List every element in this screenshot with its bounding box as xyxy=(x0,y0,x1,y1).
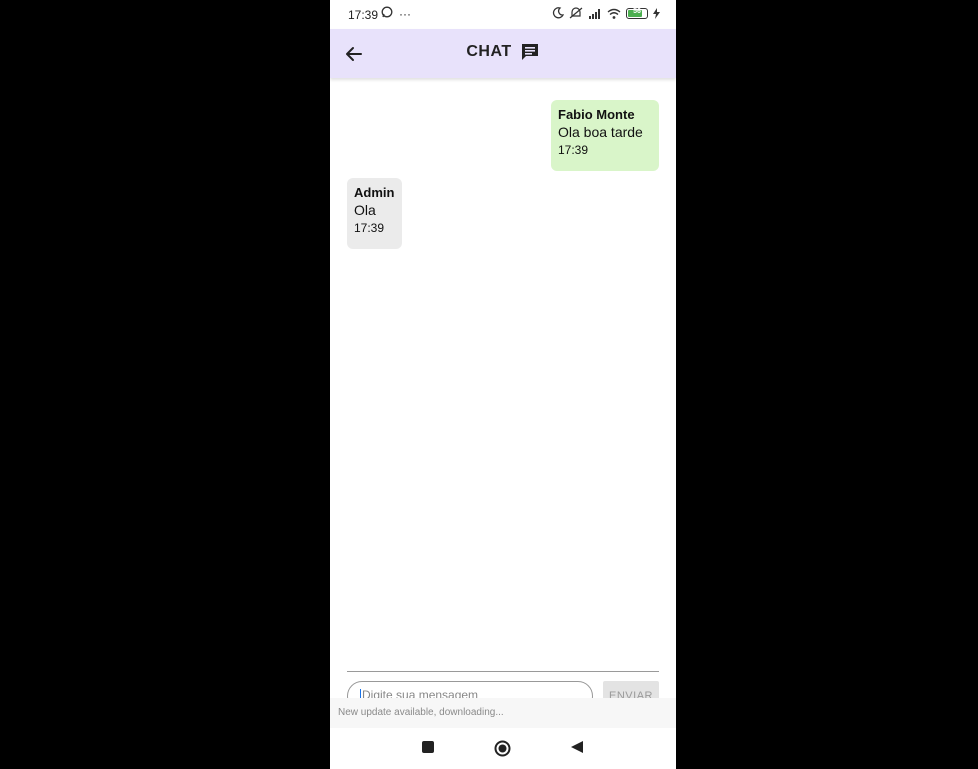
message-time: 17:39 xyxy=(354,221,385,235)
recents-icon xyxy=(422,741,434,753)
message-text: Ola boa tarde xyxy=(558,124,643,140)
home-button[interactable] xyxy=(494,740,511,762)
message-bubble-other[interactable]: Admin Ola 17:39 xyxy=(347,178,402,249)
update-toast: New update available, downloading... xyxy=(330,698,676,728)
message-input-placeholder: Digite sua mensagem xyxy=(362,688,479,698)
send-button[interactable]: ENVIAR xyxy=(603,681,659,698)
status-left-icons: ··· xyxy=(381,6,411,21)
overflow-dots: ··· xyxy=(399,6,411,21)
message-bubble-own[interactable]: Fabio Monte Ola boa tarde 17:39 xyxy=(551,100,659,171)
title-group: CHAT xyxy=(330,43,676,61)
battery-level: 56 xyxy=(633,7,641,15)
message-input[interactable]: Digite sua mensagem xyxy=(347,681,593,698)
message-sender: Admin xyxy=(354,185,395,200)
status-time: 17:39 xyxy=(348,8,379,22)
system-nav-bar xyxy=(330,728,676,769)
message-sender: Fabio Monte xyxy=(558,107,635,122)
message-text: Ola xyxy=(354,202,376,218)
back-icon xyxy=(571,741,583,753)
wifi-icon xyxy=(607,8,621,19)
page-title: CHAT xyxy=(466,43,512,60)
chat-icon xyxy=(521,44,538,60)
moon-icon xyxy=(552,7,564,19)
message-list[interactable]: Fabio Monte Ola boa tarde 17:39 Admin Ol… xyxy=(330,78,676,668)
composer-divider xyxy=(347,671,659,672)
phone-screen: 17:39 ··· 56 CHAT Fabio Monte Ola boa ta… xyxy=(330,0,676,769)
whatsapp-icon xyxy=(381,6,393,21)
message-time: 17:39 xyxy=(558,143,589,157)
battery-icon: 56 xyxy=(626,7,648,19)
charging-icon xyxy=(653,7,660,19)
mute-icon xyxy=(569,7,583,19)
signal-icon xyxy=(588,8,602,19)
home-icon xyxy=(494,740,511,757)
app-bar: CHAT xyxy=(330,29,676,78)
status-bar: 17:39 ··· 56 xyxy=(330,0,676,29)
nav-back-button[interactable] xyxy=(570,740,584,759)
composer: Digite sua mensagem ENVIAR xyxy=(347,681,659,698)
status-right-icons: 56 xyxy=(552,7,660,19)
recents-button[interactable] xyxy=(421,740,435,759)
text-caret xyxy=(360,689,361,698)
